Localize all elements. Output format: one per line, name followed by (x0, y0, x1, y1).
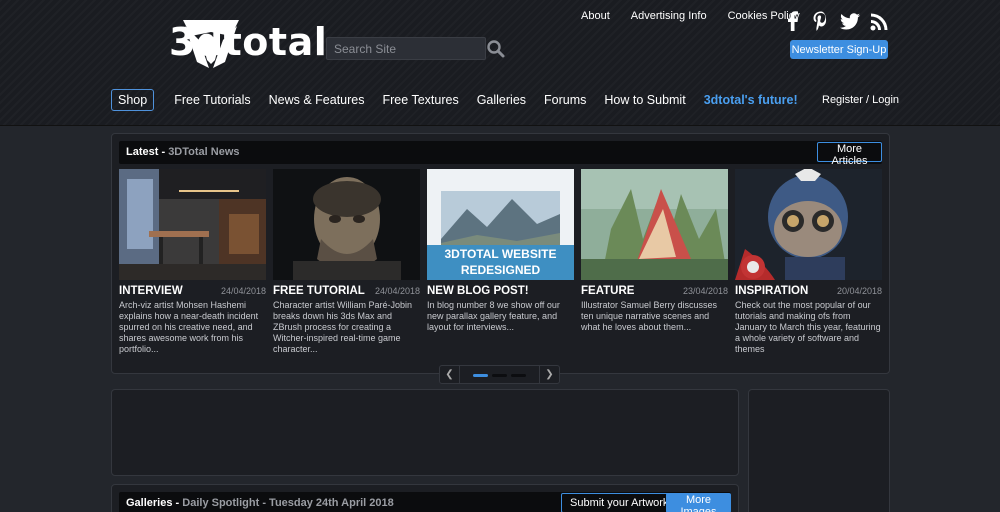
article-meta: NEW BLOG POST! (427, 285, 574, 297)
article-meta: INSPIRATION 20/04/2018 (735, 285, 882, 297)
article-meta: FEATURE 23/04/2018 (581, 285, 728, 297)
pager-dot-3[interactable] (511, 374, 526, 377)
article-thumbnail-captain-cat[interactable] (735, 169, 882, 280)
article-description: In blog number 8 we show off our new par… (427, 300, 560, 332)
nav-news-features[interactable]: News & Features (269, 93, 365, 107)
article-thumbnail-interior[interactable] (119, 169, 266, 280)
article-date: 20/04/2018 (836, 286, 882, 296)
nav-free-tutorials[interactable]: Free Tutorials (174, 93, 250, 107)
galleries-subtitle: Daily Spotlight - Tuesday 24th April 201… (182, 497, 394, 509)
article-category[interactable]: INTERVIEW (119, 285, 183, 297)
article-description: Illustrator Samuel Berry discusses ten u… (581, 300, 718, 332)
article-date: 24/04/2018 (220, 286, 266, 296)
latest-title-text: Latest - (126, 146, 169, 158)
article-date: 23/04/2018 (682, 286, 728, 296)
pinterest-icon[interactable] (811, 10, 831, 32)
article-thumbnail-character[interactable] (273, 169, 420, 280)
article-description: Character artist William Paré-Jobin brea… (273, 300, 413, 354)
search-input[interactable] (326, 37, 486, 60)
register-login-link[interactable]: Register / Login (822, 94, 899, 106)
article-card[interactable]: FREE TUTORIAL 24/04/2018 Character artis… (273, 169, 420, 355)
article-meta: INTERVIEW 24/04/2018 (119, 285, 266, 297)
nav-shop[interactable]: Shop (111, 89, 155, 111)
article-thumbnail-illustration[interactable] (581, 169, 728, 280)
submit-artwork-button[interactable]: Submit your Artwork (561, 493, 678, 512)
latest-subtitle: 3DTotal News (168, 146, 240, 158)
more-images-button[interactable]: More Images (666, 493, 731, 512)
more-articles-button[interactable]: More Articles (817, 142, 882, 167)
main-nav: Shop Free Tutorials News & Features Free… (111, 89, 816, 111)
rss-icon[interactable] (869, 10, 889, 32)
galleries-title-text: Galleries - (126, 497, 183, 509)
article-card[interactable]: INSPIRATION 20/04/2018 Check out the mos… (735, 169, 882, 355)
pager-dot-1[interactable] (473, 374, 488, 377)
nav-how-to-submit[interactable]: How to Submit (604, 93, 685, 107)
nav-forums[interactable]: Forums (544, 93, 586, 107)
pager-dot-2[interactable] (492, 374, 507, 377)
article-category[interactable]: NEW BLOG POST! (427, 285, 529, 297)
logo-text: 3dtotal (169, 20, 328, 64)
article-category[interactable]: FEATURE (581, 285, 634, 297)
search-icon[interactable] (486, 39, 506, 59)
latest-news-header: Latest - 3DTotal News More Articles (119, 141, 882, 167)
redesign-banner-line1: 3DTOTAL WEBSITE (444, 247, 557, 261)
article-list: INTERVIEW 24/04/2018 Arch-viz artist Moh… (119, 169, 889, 355)
sidebar-panel (748, 389, 890, 512)
article-thumbnail-redesign[interactable]: 3DTOTAL WEBSITE REDESIGNED (427, 169, 574, 280)
article-meta: FREE TUTORIAL 24/04/2018 (273, 285, 420, 297)
article-card[interactable]: FEATURE 23/04/2018 Illustrator Samuel Be… (581, 169, 728, 355)
galleries-title: Galleries - Daily Spotlight - Tuesday 24… (126, 497, 394, 509)
nav-galleries[interactable]: Galleries (477, 93, 526, 107)
article-category[interactable]: FREE TUTORIAL (273, 285, 365, 297)
article-description: Arch-viz artist Mohsen Hashemi explains … (119, 300, 259, 354)
nav-free-textures[interactable]: Free Textures (383, 93, 459, 107)
chevron-left-icon[interactable]: ❮ (440, 366, 460, 383)
site-header: 3dtotal About Advertising Info Cookies P… (0, 0, 1000, 126)
latest-news-title: Latest - 3DTotal News (126, 146, 240, 158)
nav-3dtotals-future[interactable]: 3dtotal's future! (704, 93, 798, 107)
twitter-icon[interactable] (839, 10, 861, 32)
about-link[interactable]: About (581, 10, 610, 22)
carousel-pager: ❮ ❯ (439, 365, 560, 384)
advert-panel (111, 389, 739, 476)
article-category[interactable]: INSPIRATION (735, 285, 808, 297)
article-description: Check out the most popular of our tutori… (735, 300, 881, 354)
article-date: 24/04/2018 (374, 286, 420, 296)
article-card[interactable]: INTERVIEW 24/04/2018 Arch-viz artist Moh… (119, 169, 266, 355)
article-card[interactable]: 3DTOTAL WEBSITE REDESIGNED NEW BLOG POST… (427, 169, 574, 355)
galleries-panel: Galleries - Daily Spotlight - Tuesday 24… (111, 484, 739, 512)
galleries-header: Galleries - Daily Spotlight - Tuesday 24… (119, 492, 731, 512)
facebook-icon[interactable] (783, 10, 803, 32)
social-links (783, 10, 889, 32)
chevron-right-icon[interactable]: ❯ (539, 366, 559, 383)
newsletter-signup-button[interactable]: Newsletter Sign-Up (790, 40, 888, 59)
redesign-banner-line2: REDESIGNED (460, 263, 541, 277)
advertising-info-link[interactable]: Advertising Info (631, 10, 707, 22)
latest-news-panel: Latest - 3DTotal News More Articles INTE… (111, 133, 890, 374)
